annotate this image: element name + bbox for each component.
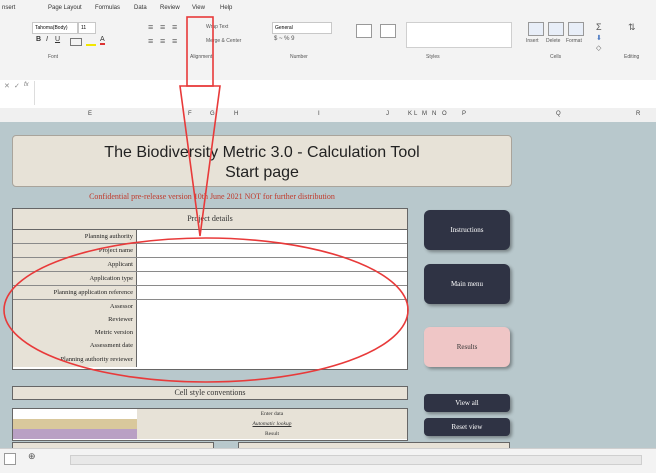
- annotation-arrow-shaft-left: [186, 16, 214, 87]
- annotation-overlay: [3, 16, 409, 383]
- annotation-arrow-head: [179, 85, 221, 237]
- annotation-ellipse: [3, 237, 409, 383]
